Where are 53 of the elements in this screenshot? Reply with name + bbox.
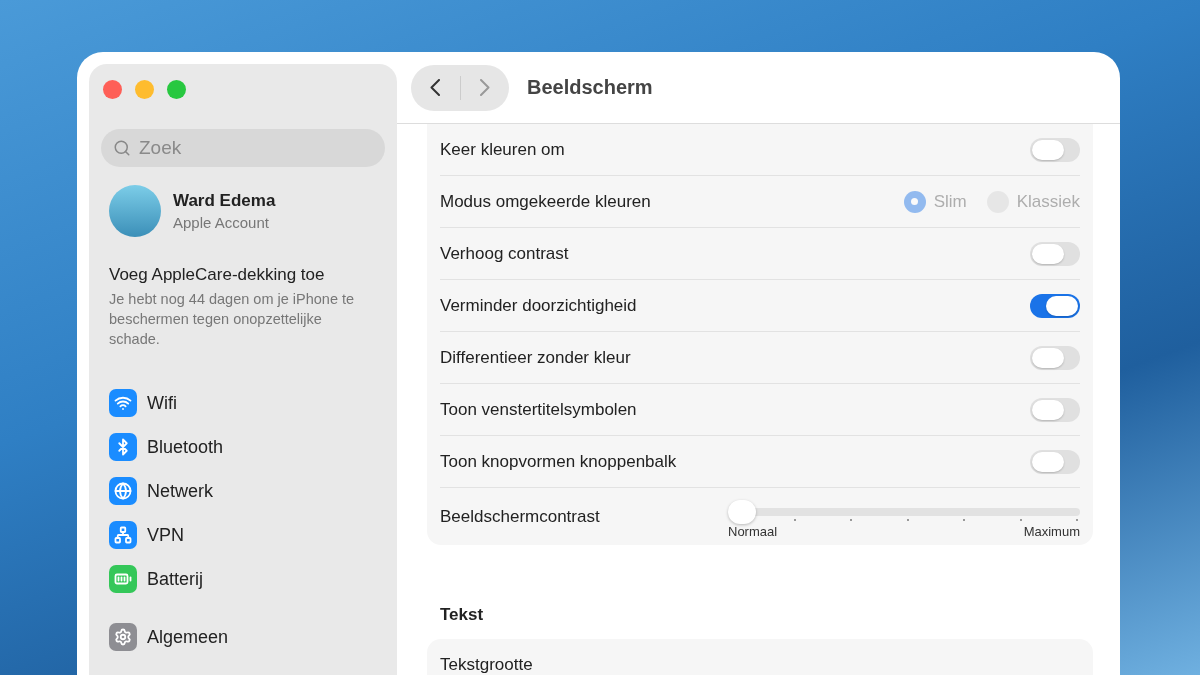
- toggle-switch[interactable]: [1030, 397, 1080, 422]
- setting-label: Verhoog contrast: [440, 243, 569, 264]
- gear-icon[interactable]: [109, 623, 137, 651]
- toggle-switch[interactable]: [1030, 449, 1080, 474]
- tick-mark: [794, 519, 796, 521]
- sidebar-item[interactable]: Netwerk: [147, 480, 213, 502]
- minimize-button[interactable]: [135, 80, 154, 99]
- bluetooth-icon[interactable]: [109, 433, 137, 461]
- avatar[interactable]: [109, 185, 161, 237]
- network-icon[interactable]: [109, 521, 137, 549]
- section-heading: Tekst: [440, 605, 485, 625]
- window-title: Beeldscherm: [527, 76, 653, 99]
- search-field[interactable]: Zoek: [101, 129, 385, 167]
- tick-mark: [963, 519, 966, 521]
- slider-max-label: Maximum: [1023, 524, 1080, 539]
- tick-mark: [850, 519, 853, 521]
- toggle-switch[interactable]: [1030, 293, 1080, 318]
- chevron-right-icon: [479, 79, 490, 96]
- sidebar-item[interactable]: Algemeen: [147, 626, 229, 648]
- toggle-switch[interactable]: [1030, 241, 1080, 266]
- sidebar-item[interactable]: Batterij: [147, 568, 204, 590]
- setting-label: Verminder doorzichtigheid: [440, 295, 637, 316]
- battery-icon[interactable]: [109, 565, 137, 593]
- radio-label: Slim: [933, 191, 967, 212]
- tick-mark: [906, 519, 909, 521]
- search-icon: [113, 139, 131, 157]
- toggle-switch[interactable]: [1030, 137, 1080, 162]
- slider-thumb[interactable]: [728, 500, 756, 524]
- search-input[interactable]: Zoek: [137, 136, 341, 160]
- setting-label: Tekstgrootte: [440, 654, 533, 675]
- promo-text: Je hebt nog 44 dagen om je iPhone te beschermen tegen onopzettelijke schade.: [109, 290, 356, 349]
- sidebar-item[interactable]: Wifi: [147, 392, 177, 414]
- toggle-switch[interactable]: [1030, 345, 1080, 370]
- slider-min-label: Normaal: [728, 524, 778, 539]
- wifi-icon[interactable]: [109, 389, 137, 417]
- setting-label: Modus omgekeerde kleuren: [440, 191, 651, 212]
- account-subtitle: Apple Account: [173, 214, 270, 231]
- chevron-left-icon: [430, 79, 441, 96]
- sidebar-item[interactable]: VPN: [147, 524, 184, 546]
- promo-title[interactable]: Voeg AppleCare-dekking toe: [109, 265, 385, 285]
- sidebar-item[interactable]: Bluetooth: [147, 436, 224, 458]
- setting-label: Keer kleuren om: [440, 139, 565, 160]
- account-name: Ward Edema: [173, 191, 276, 211]
- setting-label: Toon knopvormen knoppenbalk: [440, 451, 677, 472]
- radio-label: Klassiek: [1016, 191, 1080, 212]
- setting-label: Toon venstertitelsymbolen: [440, 399, 637, 420]
- tick-mark: [1019, 519, 1022, 521]
- setting-label: Beeldschermcontrast: [440, 506, 600, 527]
- zoom-button[interactable]: [167, 80, 186, 99]
- tick-mark: [1075, 519, 1078, 521]
- close-button[interactable]: [103, 80, 122, 99]
- setting-label: Differentieer zonder kleur: [440, 347, 631, 368]
- globe-icon[interactable]: [109, 477, 137, 505]
